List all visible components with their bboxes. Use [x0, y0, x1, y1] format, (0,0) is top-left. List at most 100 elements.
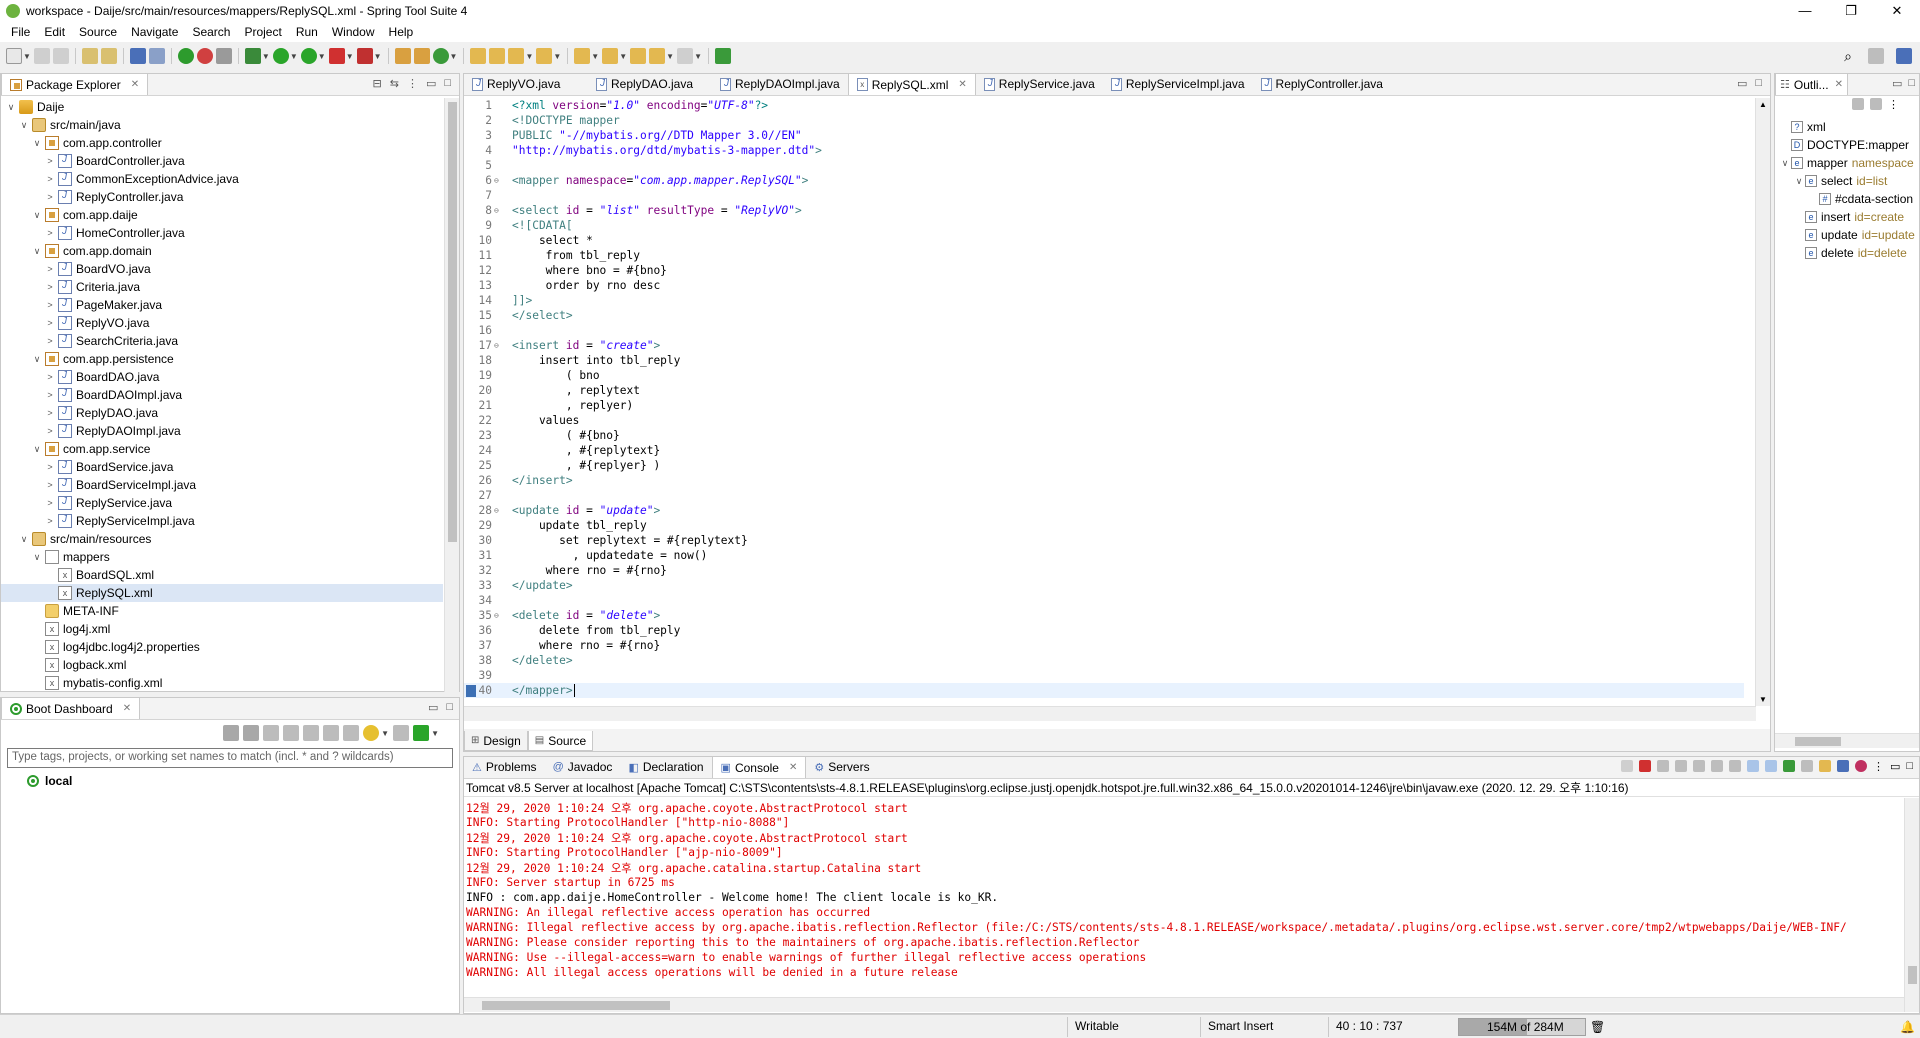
open-task-icon[interactable] [100, 48, 117, 64]
menu-project[interactable]: Project [237, 25, 288, 39]
menu-navigate[interactable]: Navigate [124, 25, 185, 39]
tree-item[interactable]: ∨ src/main/resources [1, 530, 443, 548]
view-menu-icon[interactable]: ⋮ [1873, 760, 1884, 773]
minimize-button[interactable]: — [1782, 0, 1828, 22]
save-icon[interactable] [33, 48, 50, 64]
pin-editor-icon[interactable] [714, 48, 731, 64]
sort-icon[interactable] [1852, 98, 1864, 110]
collapse-icon[interactable] [1870, 98, 1882, 110]
tree-item[interactable]: ∨ com.app.daije [1, 206, 443, 224]
display-console-icon[interactable] [1800, 760, 1813, 772]
expand-icon[interactable]: ∨ [31, 246, 43, 257]
collapse-icon[interactable]: > [44, 498, 56, 508]
collapse-icon[interactable]: > [44, 156, 56, 166]
menu-run[interactable]: Run [289, 25, 325, 39]
next-annotation-icon[interactable] [574, 48, 591, 64]
collapse-icon[interactable]: > [44, 372, 56, 382]
coverage-icon[interactable] [300, 48, 317, 64]
tree-item[interactable]: > BoardServiceImpl.java [1, 476, 443, 494]
tree-item[interactable]: > BoardController.java [1, 152, 443, 170]
close-icon[interactable]: ✕ [123, 703, 131, 714]
tree-item[interactable]: x ReplySQL.xml [1, 584, 443, 602]
add-icon[interactable] [413, 725, 430, 741]
garbage-collect-icon[interactable]: 🗑 [1590, 1020, 1605, 1034]
tree-item[interactable]: ∨ com.app.persistence [1, 350, 443, 368]
tree-item[interactable]: > PageMaker.java [1, 296, 443, 314]
close-icon[interactable]: ✕ [789, 762, 797, 773]
bulb-icon[interactable] [363, 725, 380, 741]
editor-vertical-scrollbar[interactable]: ▲ ▼ [1755, 98, 1770, 706]
close-button[interactable]: ✕ [1874, 0, 1920, 22]
outline-item[interactable]: D DOCTYPE:mapper [1775, 136, 1919, 154]
tab-problems[interactable]: ⚠ Problems [464, 756, 545, 778]
heap-status[interactable]: 154M of 284M [1458, 1018, 1586, 1036]
editor-tab[interactable]: ReplyController.java [1253, 73, 1391, 95]
code-editor[interactable]: 1 <?xml version="1.0" encoding="UTF-8"?> 2… [464, 98, 1744, 703]
tree-item[interactable]: > ReplyVO.java [1, 314, 443, 332]
minimize-view-icon[interactable]: ▭ [1892, 77, 1902, 90]
debug-console-icon[interactable] [1854, 760, 1867, 772]
run-icon[interactable] [272, 48, 289, 64]
open-perspective-switch-icon[interactable] [1868, 48, 1884, 64]
close-icon[interactable]: ✕ [1835, 79, 1843, 90]
close-icon[interactable]: ✕ [131, 79, 139, 90]
collapse-all-icon[interactable]: ⊟ [373, 77, 382, 90]
collapse-icon[interactable]: > [44, 426, 56, 436]
maximize-button[interactable]: ❐ [1828, 0, 1874, 22]
outline-item[interactable]: ? xml [1775, 118, 1919, 136]
tree-item[interactable]: > ReplyService.java [1, 494, 443, 512]
terminate-icon[interactable] [1638, 760, 1651, 772]
collapse-icon[interactable]: > [44, 264, 56, 274]
view-menu-icon[interactable]: ⋮ [407, 77, 418, 90]
tree-item[interactable]: > ReplyDAOImpl.java [1, 422, 443, 440]
tab-console[interactable]: ▣ Console ✕ [711, 756, 807, 778]
terminal-icon[interactable] [129, 48, 146, 64]
tree-item[interactable]: x BoardSQL.xml [1, 566, 443, 584]
tab-declaration[interactable]: ◧ Declaration [620, 756, 711, 778]
tab-design[interactable]: ⊞ Design [464, 731, 528, 751]
filter-icon[interactable] [393, 725, 410, 741]
tree-item[interactable]: > BoardService.java [1, 458, 443, 476]
editor-tab[interactable]: x ReplySQL.xml ✕ [847, 73, 976, 95]
collapse-icon[interactable]: > [44, 480, 56, 490]
maximize-view-icon[interactable]: □ [446, 701, 453, 714]
tree-item[interactable]: > ReplyDAO.java [1, 404, 443, 422]
open-console-icon[interactable] [1818, 760, 1831, 772]
last-edit-icon[interactable] [630, 48, 647, 64]
maximize-view-icon[interactable]: □ [1908, 77, 1915, 90]
fold-icon[interactable]: ⊖ [494, 206, 502, 215]
fold-icon[interactable]: ⊖ [494, 611, 502, 620]
external-tools-icon[interactable] [356, 48, 373, 64]
outline-item[interactable]: ∨ e select id=list [1775, 172, 1919, 190]
open-console-icon[interactable] [303, 725, 320, 741]
close-icon[interactable]: ✕ [958, 79, 966, 90]
editor-tab[interactable]: ReplyDAO.java [588, 73, 712, 95]
maximize-view-icon[interactable]: □ [1906, 760, 1913, 773]
tree-item[interactable]: > SearchCriteria.java [1, 332, 443, 350]
tree-item[interactable]: ∨ src/main/java [1, 116, 443, 134]
save-all-icon[interactable] [52, 48, 69, 64]
tab-boot-dashboard[interactable]: Boot Dashboard ✕ [1, 697, 141, 719]
word-wrap-icon[interactable] [1728, 760, 1741, 772]
java-perspective-icon[interactable] [1896, 48, 1912, 64]
tab-source[interactable]: ▤ Source [527, 731, 594, 751]
minimize-view-icon[interactable]: ▭ [1890, 760, 1900, 773]
open-folder-icon[interactable] [470, 48, 487, 64]
tree-item[interactable]: > BoardDAO.java [1, 368, 443, 386]
open-type-icon[interactable] [81, 48, 98, 64]
console-horizontal-scrollbar[interactable] [464, 997, 1904, 1012]
new-package-icon[interactable] [413, 48, 430, 64]
pin-console-icon[interactable] [1782, 760, 1795, 772]
view-menu-icon[interactable]: ⋮ [1888, 98, 1899, 112]
new-java-project-icon[interactable] [394, 48, 411, 64]
editor-horizontal-scrollbar[interactable] [464, 706, 1756, 721]
open-file-icon[interactable] [489, 48, 506, 64]
forward-icon[interactable] [677, 48, 694, 64]
back-icon[interactable] [649, 48, 666, 64]
tree-item[interactable]: > BoardVO.java [1, 260, 443, 278]
boot-filter-input[interactable]: Type tags, projects, or working set name… [7, 748, 453, 768]
collapse-icon[interactable]: > [44, 228, 56, 238]
build-icon[interactable] [215, 48, 232, 64]
edit-icon[interactable] [323, 725, 340, 741]
clear-console-icon[interactable] [1692, 760, 1705, 772]
